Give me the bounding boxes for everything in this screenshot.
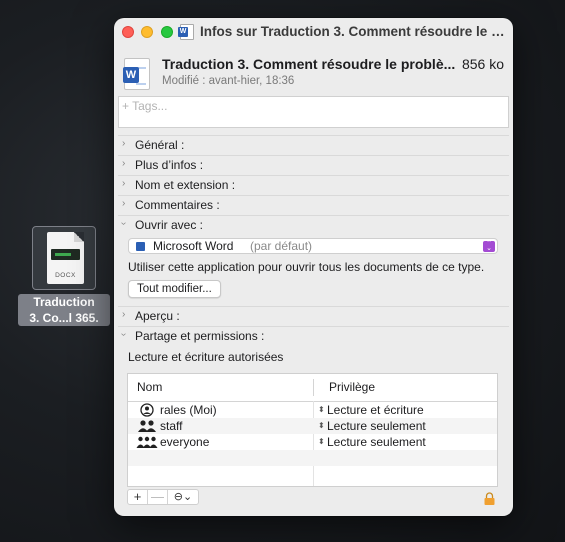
lock-icon[interactable] xyxy=(483,492,496,505)
disclosure-chevron-icon[interactable]: › xyxy=(122,178,125,189)
divider xyxy=(118,215,509,216)
user-privilege[interactable]: Lecture seulement xyxy=(327,434,426,450)
popup-stepper-icon: ⌃ ⌄ xyxy=(483,240,495,252)
tags-input[interactable] xyxy=(119,97,508,115)
disclosure-chevron-icon[interactable]: › xyxy=(118,333,129,336)
privilege-stepper-icon[interactable]: ⬍ xyxy=(318,418,325,434)
privilege-stepper-icon[interactable]: ⬍ xyxy=(318,434,325,450)
word-document-icon xyxy=(178,24,194,40)
privilege-stepper-icon[interactable]: ⬍ xyxy=(318,402,325,418)
file-header: W Traduction 3. Comment résoudre le prob… xyxy=(114,48,513,96)
minimize-button[interactable] xyxy=(141,26,153,38)
section-label: Ouvrir avec : xyxy=(135,218,204,232)
user-privilege[interactable]: Lecture seulement xyxy=(327,418,426,434)
disclosure-chevron-icon[interactable]: › xyxy=(122,138,125,149)
disclosure-chevron-icon[interactable]: › xyxy=(122,198,125,209)
open-with-app-popup[interactable]: Microsoft Word (par défaut) ⌃ ⌄ xyxy=(128,238,498,254)
divider xyxy=(118,326,509,327)
open-with-description: Utiliser cette application pour ouvrir t… xyxy=(128,260,485,274)
modified-date: Modifié : avant-hier, 18:36 xyxy=(162,75,295,87)
divider xyxy=(118,195,509,196)
divider xyxy=(118,175,509,176)
file-name: Traduction 3. Comment résoudre le problè… xyxy=(162,56,456,72)
app-default-label: (par défaut) xyxy=(250,239,313,253)
user-privilege[interactable]: Lecture et écriture xyxy=(327,402,424,418)
column-header-name[interactable]: Nom xyxy=(137,374,162,401)
change-all-button[interactable]: Tout modifier... xyxy=(128,280,221,298)
file-size: 856 ko xyxy=(461,56,504,72)
close-button[interactable] xyxy=(122,26,134,38)
word-file-icon: W xyxy=(123,58,150,90)
divider xyxy=(118,155,509,156)
user-name: everyone xyxy=(160,435,210,449)
desktop-file-label-line1: Traduction xyxy=(33,295,95,309)
file-extension-label: DOCX xyxy=(55,272,76,279)
user-name: rales (Moi) xyxy=(160,403,217,417)
person-icon xyxy=(140,403,154,417)
desktop-file-label-line2: 3. Co...l 365. xyxy=(29,311,99,325)
divider xyxy=(118,135,509,136)
desktop-file-label[interactable]: Traduction 3. Co...l 365. xyxy=(18,294,110,326)
add-user-button[interactable]: + xyxy=(128,490,148,504)
section-label: Plus d’infos : xyxy=(135,158,204,172)
divider xyxy=(118,306,509,307)
disclosure-chevron-icon[interactable]: › xyxy=(118,222,129,225)
zoom-button[interactable] xyxy=(161,26,173,38)
desktop-file-icon[interactable]: DOCX xyxy=(32,226,96,290)
group-icon xyxy=(138,420,156,432)
remove-user-button[interactable]: — xyxy=(148,490,168,504)
word-app-icon xyxy=(136,242,145,251)
user-name: staff xyxy=(160,419,183,433)
table-row-empty xyxy=(128,450,497,466)
table-row[interactable]: staff ⬍ Lecture seulement xyxy=(128,418,497,434)
section-label: Nom et extension : xyxy=(135,178,236,192)
document-thumbnail xyxy=(51,249,80,260)
section-label: Partage et permissions : xyxy=(135,329,265,343)
title-bar[interactable]: Infos sur Traduction 3. Comment résoudre… xyxy=(114,18,513,46)
tags-field[interactable] xyxy=(118,96,509,128)
permissions-table: Nom Privilège rales (Moi) ⬍ Lecture et é… xyxy=(127,373,498,487)
info-window: Infos sur Traduction 3. Comment résoudre… xyxy=(114,18,513,516)
app-name: Microsoft Word xyxy=(153,239,234,253)
action-menu-button[interactable]: ⊖⌄ xyxy=(168,490,198,504)
disclosure-chevron-icon[interactable]: › xyxy=(122,309,125,320)
column-header-privilege[interactable]: Privilège xyxy=(329,374,375,401)
docx-document-icon: DOCX xyxy=(47,232,84,284)
everyone-icon xyxy=(136,436,158,448)
disclosure-chevron-icon[interactable]: › xyxy=(122,158,125,169)
table-row[interactable]: everyone ⬍ Lecture seulement xyxy=(128,434,497,450)
section-label: Général : xyxy=(135,138,185,152)
column-divider[interactable] xyxy=(313,379,314,396)
section-label: Aperçu : xyxy=(135,309,180,323)
permissions-toolbar: + — ⊖⌄ xyxy=(127,489,199,505)
section-label: Commentaires : xyxy=(135,198,220,212)
window-title: Infos sur Traduction 3. Comment résoudre… xyxy=(200,24,505,39)
table-row[interactable]: rales (Moi) ⬍ Lecture et écriture xyxy=(128,402,497,418)
permission-note: Lecture et écriture autorisées xyxy=(128,350,284,364)
